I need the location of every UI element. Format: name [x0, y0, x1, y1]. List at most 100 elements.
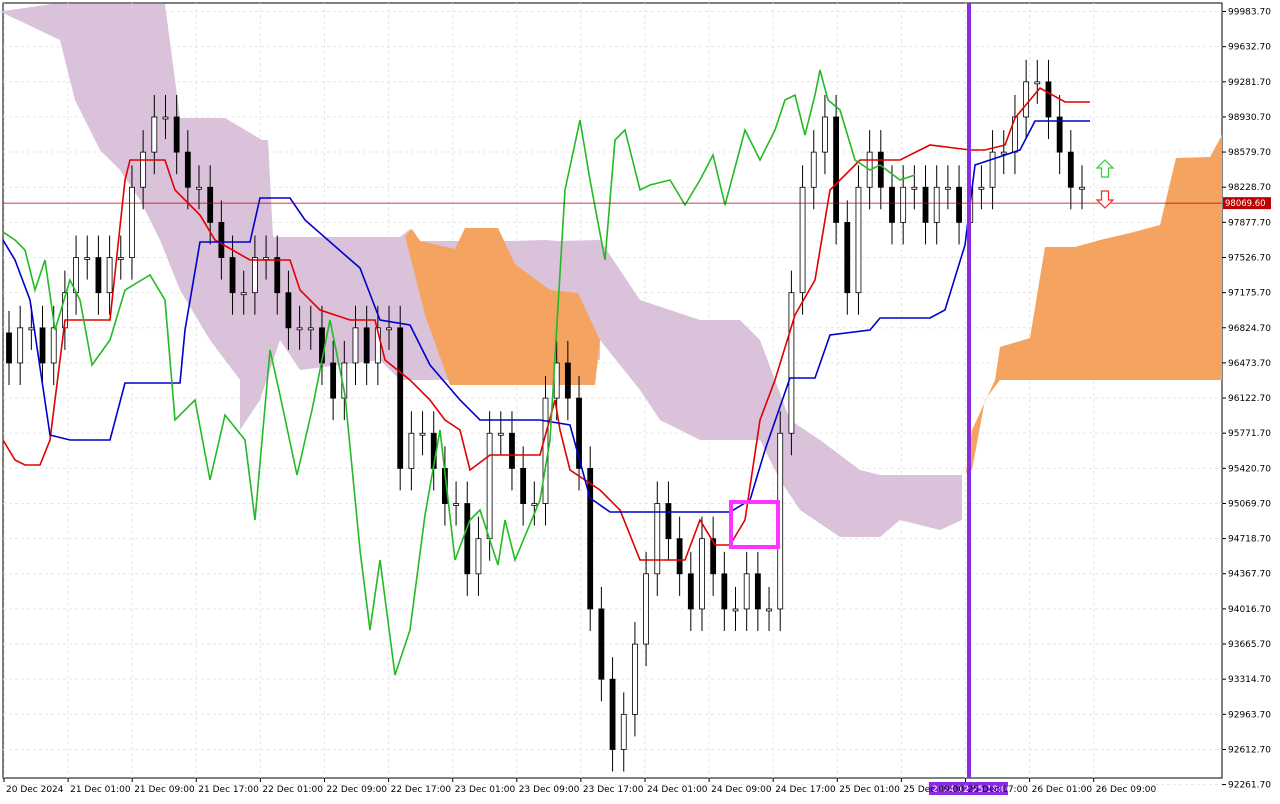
candle-body	[632, 643, 638, 715]
y-tick-label: 96824.70	[1228, 324, 1271, 334]
candle-body	[699, 538, 705, 610]
y-tick-label: 94718.70	[1228, 535, 1271, 545]
candle-body	[933, 186, 940, 223]
candle-body	[643, 573, 649, 645]
candle-body	[911, 186, 918, 190]
candle-body	[106, 257, 113, 294]
y-tick-label: 98579.70	[1228, 148, 1271, 158]
cursor-vertical-line[interactable]	[967, 3, 971, 778]
y-tick-label: 97877.70	[1228, 218, 1271, 228]
candle-body	[743, 573, 750, 610]
candle-body	[296, 327, 303, 331]
candle-body	[989, 151, 996, 188]
candle-body	[889, 186, 895, 223]
y-tick-label: 95771.70	[1228, 429, 1271, 439]
candle-body	[251, 257, 258, 294]
candle-body	[173, 116, 180, 153]
candle-body	[877, 151, 884, 188]
candle-body	[184, 151, 191, 188]
candle-body	[285, 292, 292, 329]
x-tick-label: 25 Dec 01:00	[839, 785, 900, 795]
y-tick-label: 94016.70	[1228, 605, 1271, 615]
y-tick-label: 99983.70	[1228, 8, 1271, 18]
y-tick-label: 96122.70	[1228, 394, 1271, 404]
candle-body	[1023, 81, 1030, 118]
current-price-label: 98069.60	[1225, 199, 1266, 209]
candle-body	[620, 713, 627, 750]
candle-body	[922, 186, 929, 223]
x-tick-label: 24 Dec 01:00	[647, 785, 708, 795]
y-tick-label: 97175.70	[1228, 289, 1271, 299]
candle-body	[788, 292, 795, 434]
candle-body	[486, 432, 493, 540]
candle-body	[810, 151, 817, 188]
candle-body	[732, 608, 739, 612]
candle-body	[676, 538, 683, 575]
candle-body	[352, 327, 359, 364]
candle-body	[274, 257, 281, 294]
x-tick-label: 22 Dec 09:00	[327, 785, 388, 795]
candle-body	[665, 503, 672, 540]
candle-body	[218, 222, 225, 258]
y-tick-label: 96473.70	[1228, 359, 1271, 369]
candle-body	[39, 327, 46, 364]
candle-body	[453, 503, 459, 506]
candlestick-chart[interactable]: 98069.60 2024.12.25 18:00 99983.70 99632.7…	[0, 0, 1280, 800]
candle-body	[162, 116, 169, 120]
candle-body	[520, 467, 527, 504]
y-tick-label: 92612.70	[1228, 745, 1271, 755]
candle-body	[28, 327, 35, 331]
candle-body	[84, 257, 91, 260]
candle-body	[330, 362, 337, 399]
candle-body	[497, 432, 504, 436]
y-tick-label: 99632.70	[1228, 43, 1271, 53]
candle-body	[1056, 116, 1063, 153]
candle-body	[140, 151, 147, 188]
candle-body	[900, 186, 907, 223]
x-tick-label: 23 Dec 17:00	[583, 785, 644, 795]
y-tick-label: 92963.70	[1228, 710, 1271, 720]
candle-body	[50, 327, 57, 364]
candle-body	[766, 608, 772, 612]
candle-body	[598, 608, 605, 680]
candle-body	[419, 432, 426, 436]
candle-body	[240, 292, 247, 296]
y-tick-label: 99281.70	[1228, 78, 1271, 88]
candle-body	[687, 573, 694, 610]
candle-body	[6, 332, 12, 364]
candle-body	[95, 257, 102, 294]
candle-body	[151, 116, 158, 153]
candle-body	[475, 538, 482, 575]
x-tick-label: 25 Dec 17:00	[968, 785, 1029, 795]
candle-body	[129, 186, 135, 258]
x-tick-label: 23 Dec 09:00	[519, 785, 580, 795]
y-tick-label: 93314.70	[1228, 675, 1271, 685]
candle-body	[609, 678, 616, 750]
y-tick-label: 95420.70	[1228, 464, 1271, 474]
candle-body	[397, 327, 404, 469]
candle-body	[117, 257, 124, 260]
candle-body	[654, 503, 661, 575]
chart-svg: 98069.602024.12.25 18:00 99983.7099632.7…	[0, 2, 1271, 795]
x-tick-label: 20 Dec 2024	[6, 785, 64, 795]
candle-body	[408, 432, 415, 469]
candle-body	[833, 116, 840, 223]
x-tick-label: 21 Dec 09:00	[134, 785, 195, 795]
candle-body	[464, 503, 471, 575]
candle-body	[531, 503, 538, 506]
candle-body	[1079, 186, 1085, 190]
candle-body	[386, 327, 392, 331]
y-tick-label: 92261.70	[1228, 781, 1271, 791]
candle-body	[509, 432, 515, 469]
candle-body	[1000, 151, 1007, 155]
candle-body	[822, 116, 828, 153]
x-tick-label: 24 Dec 17:00	[775, 785, 836, 795]
candle-body	[196, 186, 202, 190]
y-tick-label: 93665.70	[1228, 640, 1271, 650]
x-tick-label: 24 Dec 09:00	[711, 785, 772, 795]
candle-body	[307, 327, 314, 331]
x-tick-label: 26 Dec 09:00	[1096, 785, 1157, 795]
x-tick-label: 21 Dec 17:00	[198, 785, 259, 795]
candle-body	[564, 362, 571, 399]
candle-body	[721, 573, 728, 610]
